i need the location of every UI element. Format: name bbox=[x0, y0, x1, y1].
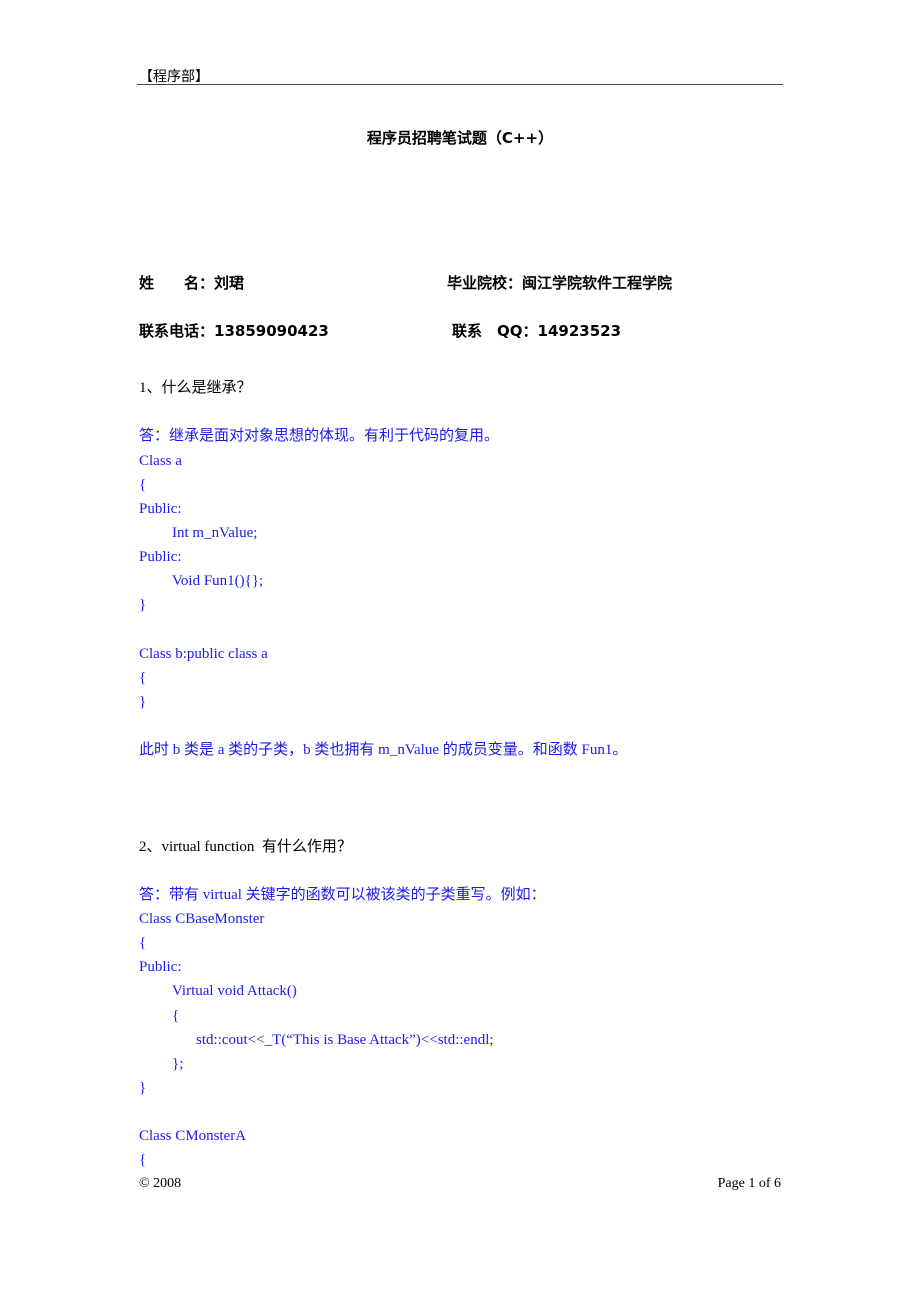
phone-value: 13859090423 bbox=[214, 322, 329, 340]
code-line: Class a bbox=[139, 453, 182, 469]
answer-line: 答：带有 virtual 关键字的函数可以被该类的子类重写。例如： bbox=[139, 887, 546, 903]
footer-page-number: Page 1 of 6 bbox=[717, 1176, 781, 1191]
code-line: } bbox=[139, 597, 147, 613]
code-line: Public: bbox=[139, 501, 182, 517]
school-value: 闽江学院软件工程学院 bbox=[522, 274, 673, 292]
header-rule bbox=[137, 84, 783, 85]
code-line: } bbox=[139, 1080, 147, 1096]
info-name: 姓 名：刘珺 bbox=[139, 272, 244, 293]
code-line: Public: bbox=[139, 959, 182, 975]
school-label: 毕业院校： bbox=[447, 274, 523, 292]
footer-copyright: © 2008 bbox=[139, 1176, 182, 1191]
answer-line: 此时 b 类是 a 类的子类，b 类也拥有 m_nValue 的成员变量。和函数… bbox=[139, 742, 628, 758]
code-line: Void Fun1(){}; bbox=[172, 573, 264, 589]
answer-line: 答：继承是面对对象思想的体现。有利于代码的复用。 bbox=[139, 428, 500, 444]
question-2: 2、virtual function 有什么作用？ bbox=[139, 839, 352, 855]
page-header-label: 【程序部】 bbox=[139, 70, 209, 85]
code-line: { bbox=[139, 477, 147, 493]
code-line: { bbox=[139, 935, 147, 951]
code-line: { bbox=[139, 1152, 147, 1168]
code-line: std::cout<<_T(“This is Base Attack”)<<st… bbox=[196, 1032, 494, 1048]
phone-label: 联系电话： bbox=[139, 322, 215, 340]
name-label: 姓 名： bbox=[139, 274, 215, 292]
code-line: { bbox=[172, 1008, 180, 1024]
name-value: 刘珺 bbox=[214, 274, 245, 292]
question-1: 1、什么是继承？ bbox=[139, 380, 252, 396]
code-line: Class CBaseMonster bbox=[139, 911, 265, 927]
info-qq: 联系 QQ：14923523 bbox=[452, 320, 621, 341]
code-line: Class CMonsterA bbox=[139, 1128, 247, 1144]
info-phone: 联系电话：13859090423 bbox=[139, 320, 329, 341]
code-line: Int m_nValue; bbox=[172, 525, 258, 541]
qq-value: 14923523 bbox=[537, 322, 622, 340]
code-line: Class b:public class a bbox=[139, 646, 268, 662]
code-line: { bbox=[139, 670, 147, 686]
code-line: Public: bbox=[139, 549, 182, 565]
document-title: 程序员招聘笔试题（C++） bbox=[366, 129, 554, 147]
qq-label: 联系 QQ： bbox=[452, 322, 538, 340]
code-line: Virtual void Attack() bbox=[172, 983, 297, 999]
info-school: 毕业院校：闽江学院软件工程学院 bbox=[447, 272, 672, 293]
code-line: } bbox=[139, 694, 147, 710]
code-line: }; bbox=[172, 1056, 184, 1072]
